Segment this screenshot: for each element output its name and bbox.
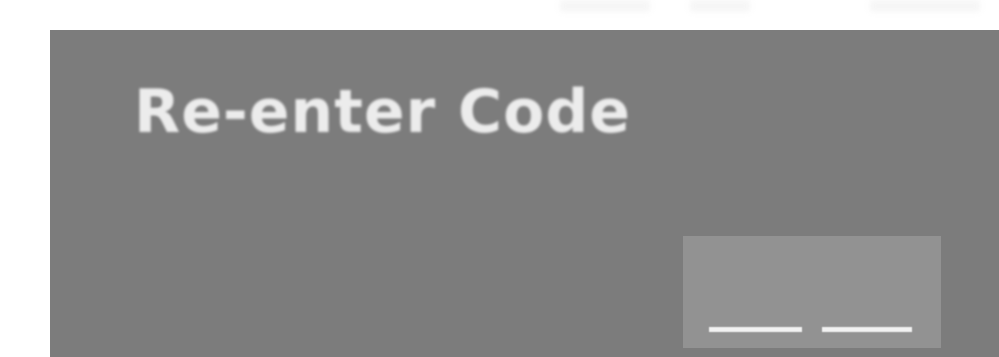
code-digit-slot-2[interactable] — [822, 327, 912, 332]
reenter-code-dialog: Re-enter Code — [50, 30, 999, 357]
code-entry-field[interactable] — [683, 236, 941, 348]
screen: Re-enter Code — [0, 0, 999, 357]
background-artifact — [870, 0, 980, 12]
code-digit-slot-1[interactable] — [709, 327, 802, 332]
dialog-title: Re-enter Code — [134, 77, 631, 147]
background-artifact — [690, 0, 750, 12]
background-artifact — [560, 0, 650, 12]
